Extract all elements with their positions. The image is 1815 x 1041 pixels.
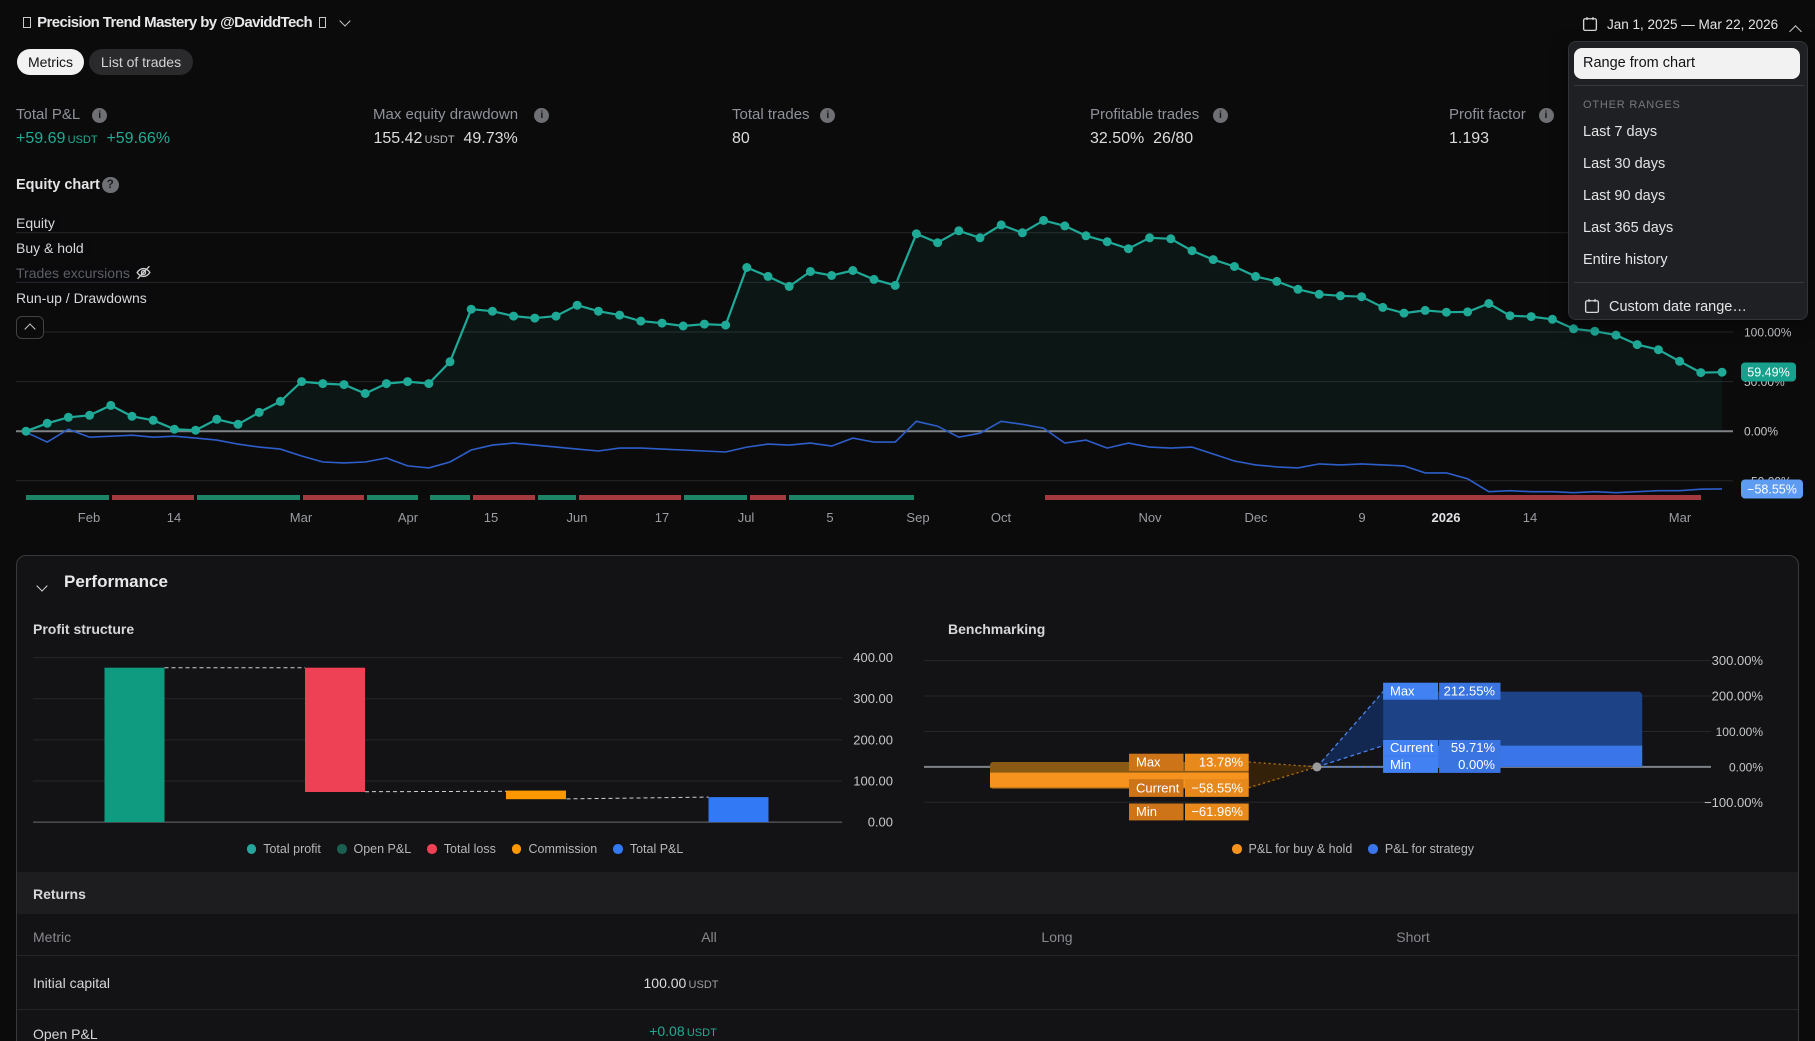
svg-text:Sep: Sep	[906, 510, 929, 525]
svg-text:59.71%: 59.71%	[1451, 740, 1496, 755]
svg-text:300.00%: 300.00%	[1712, 653, 1764, 668]
svg-text:Oct: Oct	[991, 510, 1012, 525]
svg-text:0.00%: 0.00%	[1744, 425, 1778, 439]
svg-text:100.00%: 100.00%	[1744, 326, 1792, 340]
svg-text:0.00%: 0.00%	[1458, 757, 1495, 772]
svg-text:Nov: Nov	[1138, 510, 1162, 525]
svg-text:Apr: Apr	[398, 510, 419, 525]
svg-text:400.00: 400.00	[853, 650, 893, 665]
svg-text:300.00: 300.00	[853, 691, 893, 706]
svg-text:5: 5	[826, 510, 833, 525]
svg-text:Max: Max	[1136, 755, 1161, 770]
svg-text:100.00%: 100.00%	[1716, 725, 1764, 739]
svg-text:200.00%: 200.00%	[1712, 689, 1764, 704]
svg-text:Current: Current	[1136, 780, 1180, 795]
svg-text:0.00: 0.00	[868, 815, 893, 830]
svg-text:Current: Current	[1390, 740, 1434, 755]
svg-text:14: 14	[1523, 510, 1537, 525]
svg-text:17: 17	[655, 510, 669, 525]
svg-text:2026: 2026	[1432, 510, 1461, 525]
svg-text:Dec: Dec	[1244, 510, 1268, 525]
svg-text:−58.55%: −58.55%	[1747, 483, 1797, 497]
svg-text:−58.55%: −58.55%	[1191, 780, 1243, 795]
svg-text:9: 9	[1358, 510, 1365, 525]
svg-text:Feb: Feb	[78, 510, 100, 525]
svg-text:Mar: Mar	[290, 510, 313, 525]
svg-text:Min: Min	[1390, 757, 1411, 772]
svg-text:15: 15	[484, 510, 498, 525]
svg-text:Jul: Jul	[738, 510, 755, 525]
svg-text:Max: Max	[1390, 683, 1415, 698]
svg-text:0.00%: 0.00%	[1729, 760, 1763, 774]
svg-text:13.78%: 13.78%	[1199, 755, 1244, 770]
svg-text:59.49%: 59.49%	[1747, 366, 1789, 380]
svg-text:−61.96%: −61.96%	[1191, 804, 1243, 819]
svg-text:Min: Min	[1136, 804, 1157, 819]
svg-text:Mar: Mar	[1669, 510, 1692, 525]
svg-text:−100.00%: −100.00%	[1704, 795, 1763, 810]
svg-text:200.00: 200.00	[853, 732, 893, 747]
svg-text:14: 14	[167, 510, 181, 525]
svg-text:100.00: 100.00	[853, 774, 893, 789]
svg-text:212.55%: 212.55%	[1444, 683, 1496, 698]
svg-text:Jun: Jun	[567, 510, 588, 525]
